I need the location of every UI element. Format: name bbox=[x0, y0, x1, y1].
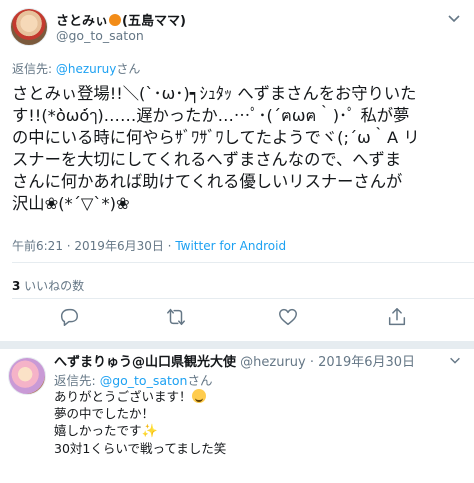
tweet-time[interactable]: 午前6:21 bbox=[12, 239, 63, 253]
reply-to-suffix: さん bbox=[187, 373, 213, 388]
reply-text: ありがとうございます！ 夢の中でしたか！ 嬉しかったです✨ 30対1くらいで戦っ… bbox=[54, 388, 226, 457]
reply-text-line: 嬉しかったです✨ bbox=[54, 422, 226, 440]
reply-text-line: 夢の中でしたか！ bbox=[54, 406, 155, 421]
reply-text-line: 30対1くらいで戦ってました笑 bbox=[54, 441, 227, 456]
tweet-text-line: さんに何かあれば助けてくれる優しいリスナーさんが bbox=[12, 172, 403, 191]
reply-to-prefix: 返信先: bbox=[54, 373, 100, 388]
author-name[interactable]: さとみぃ (五島ママ) bbox=[56, 10, 186, 29]
reply-text-line-3: 嬉しかったです bbox=[54, 423, 142, 438]
reply-to-handle-link[interactable]: @go_to_saton bbox=[100, 373, 188, 388]
meta-separator: · bbox=[62, 239, 75, 253]
reply-text-line: ありがとうございます！ bbox=[54, 388, 226, 405]
reply-author-avatar[interactable] bbox=[8, 357, 46, 395]
reply-replying-to: 返信先: @go_to_satonさん bbox=[54, 370, 212, 389]
chevron-down-icon[interactable] bbox=[446, 10, 462, 26]
meta-separator: · bbox=[163, 239, 176, 253]
display-name-suffix: (五島ママ) bbox=[122, 14, 186, 29]
reply-to: 返信先: @hezuruyさん bbox=[12, 60, 140, 77]
like-icon[interactable] bbox=[277, 306, 299, 328]
reply-to-suffix: さん bbox=[116, 62, 141, 76]
chevron-down-icon[interactable] bbox=[448, 353, 462, 367]
reply-to-prefix: 返信先: bbox=[12, 62, 56, 76]
smile-emoji-icon bbox=[191, 389, 206, 403]
reply-date[interactable]: 2019年6月30日 bbox=[318, 355, 415, 370]
tweet-text-line: の中にいる時に何やらｻﾞﾜｻﾞﾜしてたようでヾ(;´ω｀A リ bbox=[12, 128, 420, 147]
reply-author-handle[interactable]: @hezuruy bbox=[240, 355, 306, 370]
reply-header: へずまりゅう@山口県観光大使 @hezuruy · 2019年6月30日 bbox=[54, 351, 415, 370]
reply-icon[interactable] bbox=[58, 306, 80, 328]
reply-tweet[interactable]: へずまりゅう@山口県観光大使 @hezuruy · 2019年6月30日 返信先… bbox=[0, 349, 474, 483]
action-bar bbox=[0, 306, 474, 336]
reply-to-handle-link[interactable]: @hezuruy bbox=[56, 62, 117, 76]
display-name: さとみぃ bbox=[56, 14, 109, 29]
tweet-text: さとみぃ登場!!＼(`･ω･)┑ｼｭﾀｯ へずまさんをお守りいた す!!(*ȯ̀… bbox=[12, 83, 464, 215]
tweet-meta: 午前6:21 · 2019年6月30日 · Twitter for Androi… bbox=[12, 237, 286, 254]
author-avatar[interactable] bbox=[10, 8, 48, 46]
divider bbox=[12, 262, 474, 263]
tweet-text-line: す!!(*ȯ̀ωȯ́ๅ)……遅かったか……ﾟ･(´ฅωฅ｀)･ﾟ 私が夢 bbox=[12, 106, 410, 125]
retweet-icon[interactable] bbox=[165, 306, 187, 328]
orange-emoji-icon bbox=[109, 14, 122, 26]
author-handle[interactable]: @go_to_saton bbox=[56, 28, 144, 43]
section-separator bbox=[0, 341, 474, 349]
main-tweet: さとみぃ (五島ママ) @go_to_saton 返信先: @hezuruyさん … bbox=[0, 0, 474, 340]
tweet-date[interactable]: 2019年6月30日 bbox=[74, 239, 163, 253]
likes-count[interactable]: 3 いいねの数 bbox=[12, 277, 84, 294]
tweet-source-link[interactable]: Twitter for Android bbox=[175, 239, 286, 253]
reply-dot-separator: · bbox=[305, 355, 319, 370]
likes-label: いいねの数 bbox=[20, 279, 85, 293]
sparkles-emoji-icon: ✨ bbox=[141, 424, 158, 439]
tweet-text-line: さとみぃ登場!!＼(`･ω･)┑ｼｭﾀｯ へずまさんをお守りいた bbox=[12, 84, 417, 103]
reply-author-name[interactable]: へずまりゅう@山口県観光大使 bbox=[54, 355, 236, 370]
tweet-text-line: 沢山❀(*´▽`*)❀ bbox=[12, 194, 130, 213]
share-icon[interactable] bbox=[386, 306, 408, 328]
reply-text-line-1: ありがとうございます！ bbox=[54, 389, 192, 404]
divider bbox=[12, 298, 474, 299]
tweet-text-line: スナーを大切にしてくれるへずまさんなので、へずま bbox=[12, 150, 402, 169]
